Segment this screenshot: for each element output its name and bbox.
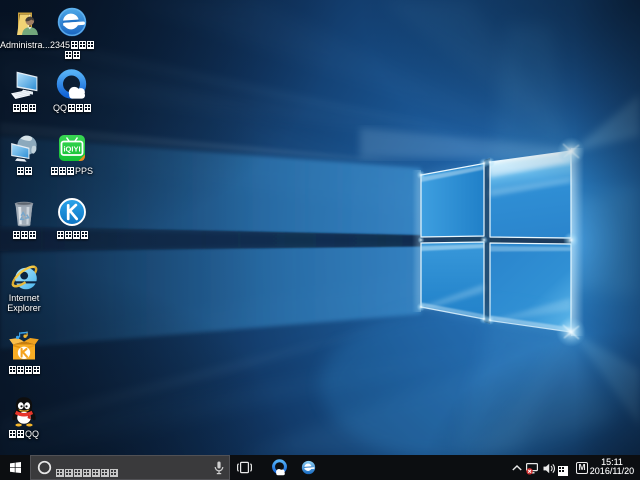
svg-text:iQIYI: iQIYI [63,144,80,153]
